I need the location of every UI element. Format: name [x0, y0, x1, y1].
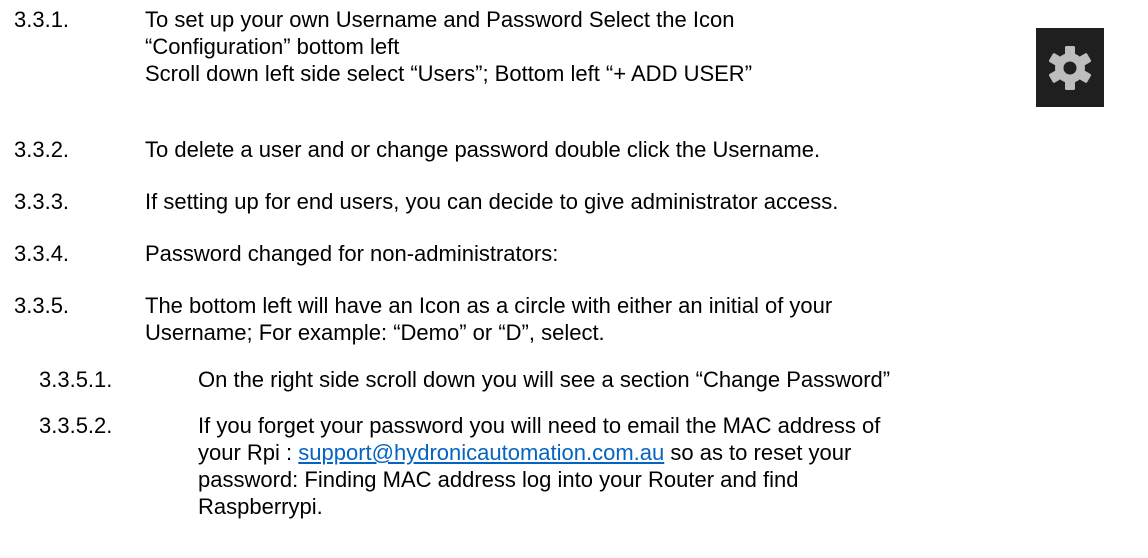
step-number: 3.3.2.	[14, 137, 70, 162]
step-text: To set up your own Username and Password…	[145, 6, 1140, 87]
step-line: Username; For example: “Demo” or “D”, se…	[145, 320, 605, 345]
step-text: If you forget your password you will nee…	[198, 412, 1140, 520]
step-line: On the right side scroll down you will s…	[198, 367, 891, 392]
step-line: The bottom left will have an Icon as a c…	[145, 293, 833, 318]
step-line: If setting up for end users, you can dec…	[145, 189, 839, 214]
step-line-with-email: your Rpi : support@hydronicautomation.co…	[198, 439, 1140, 466]
step-text: If setting up for end users, you can dec…	[145, 188, 1140, 215]
step-line: If you forget your password you will nee…	[198, 413, 881, 438]
step-line: To set up your own Username and Password…	[145, 7, 735, 32]
step-number: 3.3.1.	[14, 7, 70, 32]
step-number: 3.3.4.	[14, 241, 70, 266]
text-before-email: your Rpi :	[198, 440, 299, 465]
step-text: The bottom left will have an Icon as a c…	[145, 292, 1140, 346]
support-email-link[interactable]: support@hydronicautomation.com.au	[298, 440, 664, 465]
step-line: Raspberrypi.	[198, 494, 323, 519]
step-text: To delete a user and or change password …	[145, 136, 1140, 163]
step-text: Password changed for non-administrators:	[145, 240, 1140, 267]
step-number: 3.3.5.	[14, 293, 70, 318]
gear-icon	[1048, 45, 1092, 90]
step-line: Scroll down left side select “Users”; Bo…	[145, 61, 753, 86]
step-line: To delete a user and or change password …	[145, 137, 821, 162]
step-line: “Configuration” bottom left	[145, 34, 400, 59]
step-line: password: Finding MAC address log into y…	[198, 467, 799, 492]
step-number: 3.3.5.1.	[39, 367, 113, 392]
configuration-gear-image	[1036, 28, 1104, 107]
step-line: Password changed for non-administrators:	[145, 241, 559, 266]
step-text: On the right side scroll down you will s…	[198, 366, 1140, 393]
step-number: 3.3.3.	[14, 189, 70, 214]
step-number: 3.3.5.2.	[39, 413, 113, 438]
text-after-email: so as to reset your	[664, 440, 852, 465]
